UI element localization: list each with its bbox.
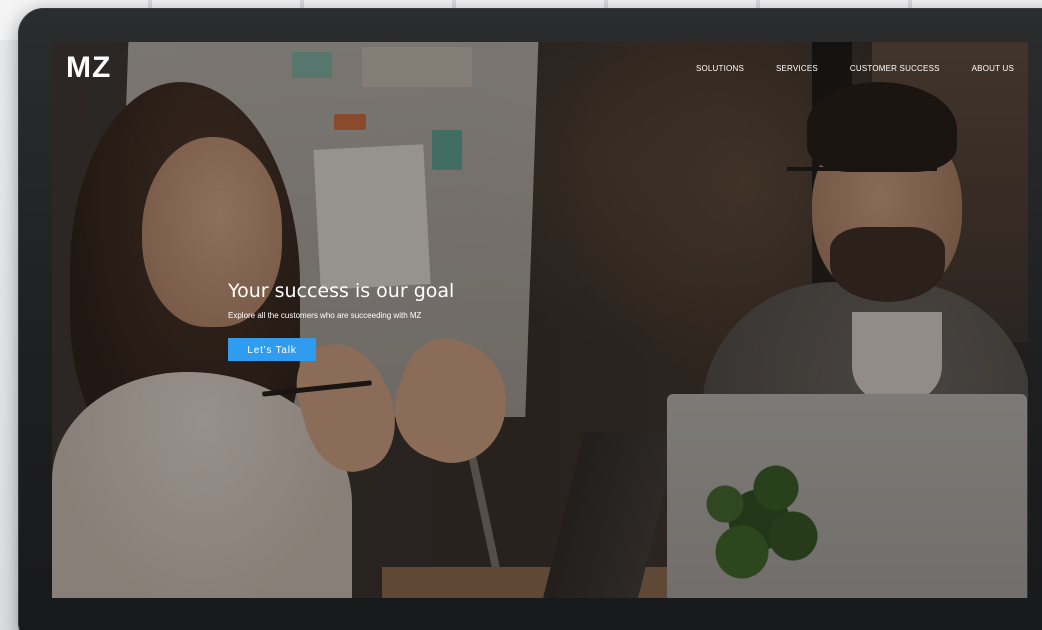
website-screen: MZ SOLUTIONS SERVICES CUSTOMER SUCCESS A… bbox=[52, 42, 1028, 598]
nav-item-solutions[interactable]: SOLUTIONS bbox=[696, 64, 744, 73]
site-logo[interactable]: MZ bbox=[66, 50, 111, 86]
nav-item-customer-success[interactable]: CUSTOMER SUCCESS bbox=[850, 64, 940, 73]
hero-subtitle: Explore all the customers who are succee… bbox=[228, 311, 422, 320]
nav-item-about-us[interactable]: ABOUT US bbox=[972, 64, 1014, 73]
hero-content: Your success is our goal Explore all the… bbox=[228, 278, 588, 361]
lets-talk-button[interactable]: Let's Talk bbox=[228, 338, 316, 361]
hero-title: Your success is our goal bbox=[228, 280, 455, 302]
main-nav: SOLUTIONS SERVICES CUSTOMER SUCCESS ABOU… bbox=[696, 64, 1014, 73]
nav-item-services[interactable]: SERVICES bbox=[776, 64, 818, 73]
